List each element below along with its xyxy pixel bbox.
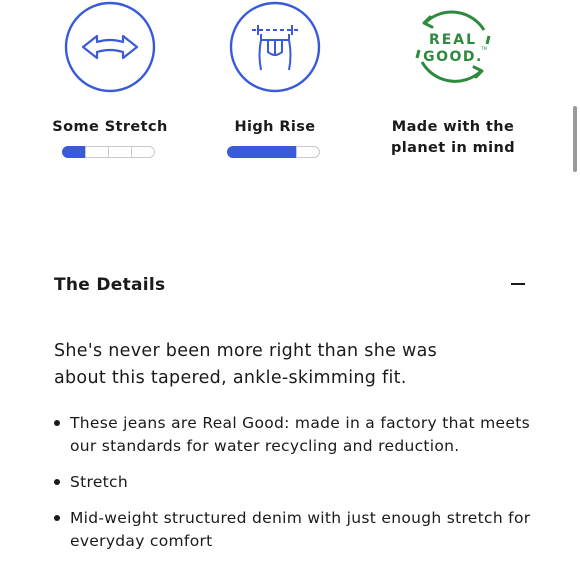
bullet-icon xyxy=(54,515,60,521)
details-intro: She's never been more right than she was… xyxy=(54,341,438,388)
details-accordion-header[interactable]: The Details xyxy=(54,270,530,300)
list-item: Mid-weight structured denim with just en… xyxy=(54,507,534,553)
feature-label: Some Stretch xyxy=(52,119,168,135)
logo-text-top: REAL xyxy=(429,32,477,48)
stretch-meter xyxy=(62,146,155,158)
meter-segment-filled xyxy=(62,146,86,158)
feature-label: Made with the planet in mind xyxy=(391,119,515,156)
list-item: These jeans are Real Good: made in a fac… xyxy=(54,412,534,458)
meter-segment-empty xyxy=(85,146,109,158)
stretch-arrows-icon xyxy=(63,0,157,94)
logo-text-bottom: GOOD. xyxy=(423,49,483,65)
details-title: The Details xyxy=(54,275,166,295)
meter-segment-filled xyxy=(250,146,274,158)
logo-tm: TM xyxy=(480,46,487,51)
scrollbar[interactable] xyxy=(573,106,577,172)
list-item-text: These jeans are Real Good: made in a fac… xyxy=(70,414,530,455)
list-item-text: Mid-weight structured denim with just en… xyxy=(70,509,531,550)
details-bullet-list: These jeans are Real Good: made in a fac… xyxy=(54,412,534,566)
meter-segment-empty xyxy=(131,146,155,158)
bullet-icon xyxy=(54,479,60,485)
list-item: Stretch xyxy=(54,471,534,494)
rise-meter xyxy=(227,146,320,158)
minus-icon xyxy=(511,283,525,285)
product-details-page: Some Stretch High Rise REAL GOOD. TM Mad… xyxy=(0,0,580,580)
list-item-text: Stretch xyxy=(70,473,129,491)
feature-label: High Rise xyxy=(234,119,316,135)
collapse-button[interactable] xyxy=(508,274,530,296)
meter-segment-empty xyxy=(108,146,132,158)
meter-segment-filled xyxy=(273,146,297,158)
high-rise-waist-icon xyxy=(228,0,322,94)
meter-segment-filled xyxy=(227,146,251,158)
meter-segment-empty xyxy=(296,146,320,158)
real-good-logo: REAL GOOD. TM xyxy=(406,0,500,94)
bullet-icon xyxy=(54,420,60,426)
